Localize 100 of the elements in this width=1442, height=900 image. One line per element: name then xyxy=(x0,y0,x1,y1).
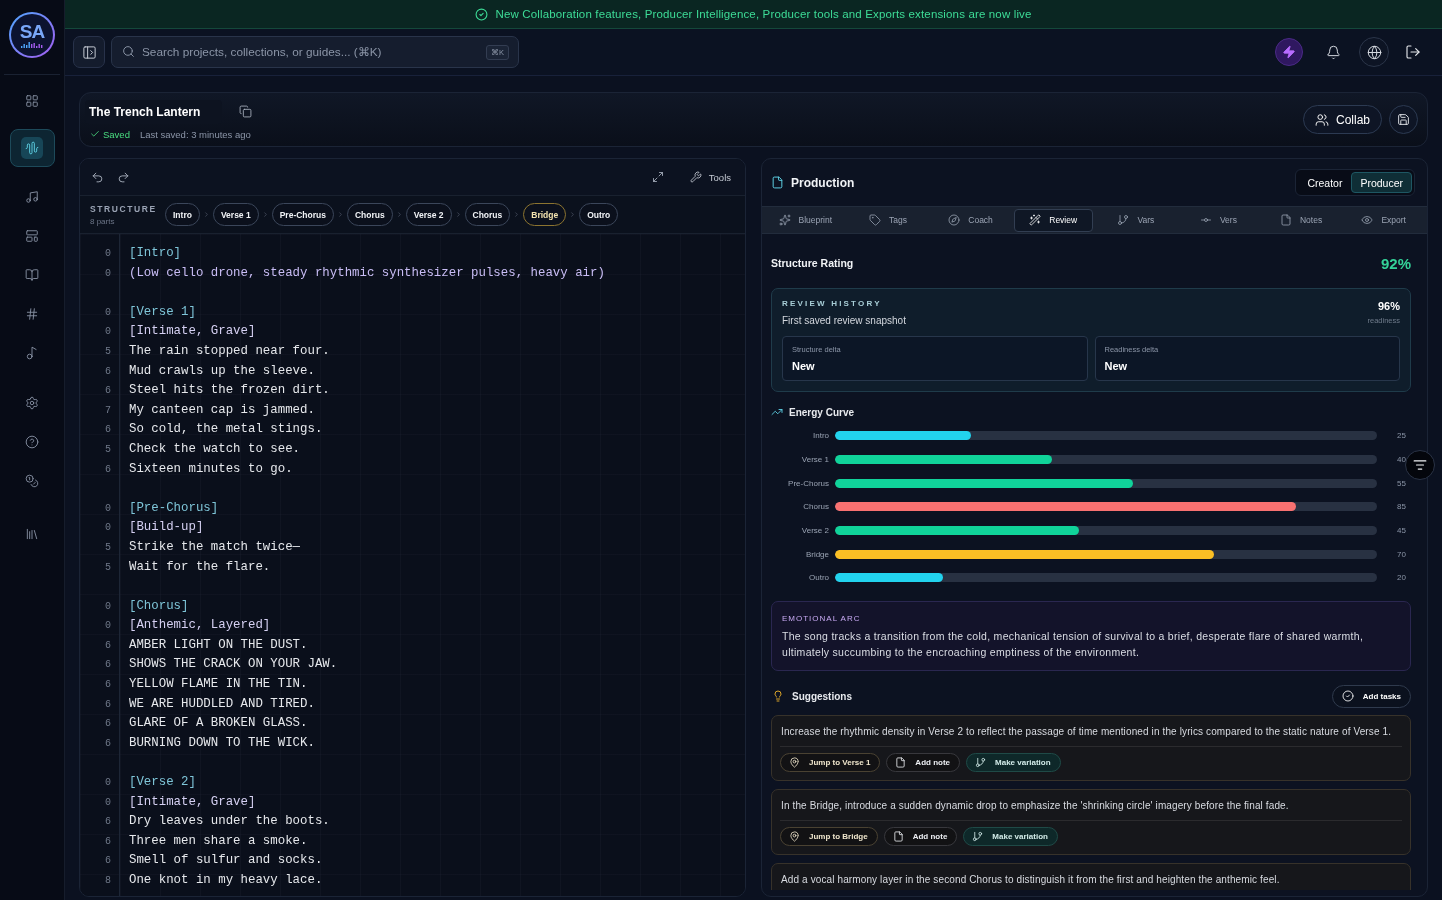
add-note-button[interactable]: Add note xyxy=(886,752,961,772)
structure-chip[interactable]: Bridge xyxy=(523,203,567,226)
tab[interactable]: Coach xyxy=(931,208,1010,232)
structure-chip[interactable]: Outro xyxy=(579,203,619,226)
layout-icon xyxy=(25,229,39,243)
line-number: 6 xyxy=(105,423,112,438)
search-icon xyxy=(122,45,135,58)
bar-value: 45 xyxy=(1396,526,1406,536)
structure-chip[interactable]: Pre-Chorus xyxy=(271,203,334,226)
add-note-button[interactable]: Add note xyxy=(883,826,958,846)
mode-option[interactable]: Creator xyxy=(1298,172,1352,193)
tab[interactable]: Blueprint xyxy=(766,208,845,232)
line-number: 0 xyxy=(105,305,112,320)
language-button[interactable] xyxy=(1359,37,1389,67)
line-number: 5 xyxy=(105,344,112,359)
style-tag: [Intimate, Grave] xyxy=(129,322,256,342)
tab[interactable]: Notes xyxy=(1261,208,1341,232)
coins-icon xyxy=(25,474,39,488)
bar-label: Bridge xyxy=(804,549,829,559)
grid-icon xyxy=(25,94,39,108)
lyric-line: Strike the match twice— xyxy=(129,538,301,556)
tab[interactable]: Tags xyxy=(848,208,928,232)
card-heading: REVIEW HISTORY xyxy=(782,298,882,310)
redo-button[interactable] xyxy=(117,170,130,184)
structure-label: STRUCTURE xyxy=(90,203,157,214)
section-title: Energy Curve xyxy=(789,406,855,418)
line-number: 6 xyxy=(105,834,112,849)
line-number: 6 xyxy=(105,815,112,830)
lyric-line: My canteen cap is jammed. xyxy=(129,401,315,419)
structure-chip[interactable]: Verse 1 xyxy=(212,203,259,226)
pin-icon xyxy=(789,830,800,842)
stage-direction: (Low cello drone, steady rhythmic synthesizer pulses, heavy air) xyxy=(129,264,605,282)
section-heading: [Chorus] xyxy=(129,597,189,615)
music-note-icon xyxy=(25,346,39,360)
line-number: 6 xyxy=(105,462,112,477)
pin-icon xyxy=(789,756,800,768)
suggestion-text: In the Bridge, introduce a sudden dynamic drop to emphasize the 'shrinking circle' imagery before the final fade. xyxy=(780,798,1290,813)
waveform-icon xyxy=(21,42,43,48)
sidebar-item[interactable] xyxy=(9,129,55,167)
tools-button[interactable]: Tools xyxy=(689,171,731,183)
bell-icon xyxy=(1325,44,1341,60)
copy-icon xyxy=(239,105,252,118)
chevron-right-icon xyxy=(395,211,403,218)
suggestion-text: Increase the rhythmic density in Verse 2 to reflect the passage of time mentioned in the lyrics compared to the static nature of Verse 1. xyxy=(780,724,1393,739)
bar-value: 55 xyxy=(1396,478,1406,488)
tab[interactable]: Review xyxy=(1013,208,1093,232)
line-number: 6 xyxy=(105,384,112,399)
book-icon xyxy=(25,268,39,282)
sparkles-icon xyxy=(778,214,791,226)
lyric-line: So cold, the metal stings. xyxy=(129,421,323,439)
mode-option[interactable]: Producer xyxy=(1351,172,1412,193)
save-status: Saved xyxy=(103,128,130,140)
bar-label: Verse 1 xyxy=(800,455,829,465)
save-button[interactable] xyxy=(1389,105,1418,134)
last-saved-text: Last saved: 3 minutes ago xyxy=(139,128,251,140)
bar-label: Intro xyxy=(812,431,829,441)
line-number: 6 xyxy=(105,717,112,732)
jump-button[interactable]: Jump to Bridge xyxy=(780,826,878,846)
card-heading: EMOTIONAL ARC xyxy=(782,612,861,625)
line-number: 0 xyxy=(105,619,112,634)
sidebar-toggle-button[interactable] xyxy=(73,36,105,68)
line-number: 6 xyxy=(105,697,112,712)
jump-button[interactable]: Jump to Verse 1 xyxy=(780,752,881,772)
add-tasks-button[interactable]: Add tasks xyxy=(1331,684,1411,708)
structure-chip[interactable]: Verse 2 xyxy=(405,203,452,226)
panel-title: Production xyxy=(791,175,855,190)
file-icon xyxy=(895,756,907,768)
chevron-right-icon xyxy=(454,211,462,218)
logout-icon xyxy=(1405,44,1421,60)
bolt-button[interactable] xyxy=(1275,38,1303,66)
style-tag: [Anthemic, Layered] xyxy=(129,616,271,636)
structure-chip[interactable]: Intro xyxy=(165,203,200,226)
variation-button[interactable]: Make variation xyxy=(966,752,1061,772)
lyric-line: YELLOW FLAME IN THE TIN. xyxy=(129,676,308,694)
section-heading: [Verse 1] xyxy=(129,303,196,321)
lyric-line: Steel hits the frozen dirt. xyxy=(129,382,330,400)
structure-chip[interactable]: Chorus xyxy=(346,203,393,226)
expand-icon xyxy=(651,171,664,183)
library-icon xyxy=(25,527,39,541)
expand-button[interactable] xyxy=(651,171,664,183)
line-number: 5 xyxy=(105,442,112,457)
tab[interactable]: Export xyxy=(1344,208,1423,232)
structure-chip[interactable]: Chorus xyxy=(464,203,511,226)
tab[interactable]: Vers xyxy=(1179,208,1258,232)
section-heading: [Verse 2] xyxy=(129,774,196,792)
collab-button[interactable]: Collab xyxy=(1302,105,1382,134)
branch-icon xyxy=(972,830,984,842)
readiness-score: 96% xyxy=(1377,300,1400,312)
bar-label: Pre-Chorus xyxy=(787,478,829,488)
branch-icon xyxy=(975,756,987,768)
line-number: 0 xyxy=(105,521,112,536)
lyric-line: One knot in my heavy lace. xyxy=(129,872,323,889)
tab[interactable]: Vars xyxy=(1096,208,1176,232)
variation-button[interactable]: Make variation xyxy=(963,826,1058,846)
undo-button[interactable] xyxy=(91,170,104,184)
check-circle-icon xyxy=(1341,690,1354,703)
copy-button[interactable] xyxy=(239,105,252,118)
lyric-line: The rain stopped near four. xyxy=(129,342,330,360)
line-number: 0 xyxy=(105,776,112,791)
arc-description: The song tracks a transition from the cold, mechanical tension of survival to a brief, desperate flare of shared warmth, ultimately succumbing to the encroaching emptiness of the environment. xyxy=(782,628,1365,660)
